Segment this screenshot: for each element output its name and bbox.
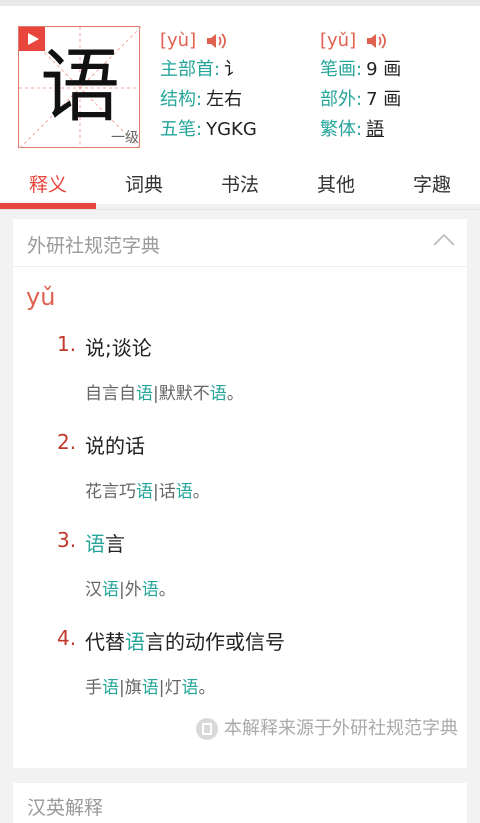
pinyin-text: [yù] <box>160 30 197 51</box>
highlighted-char: 语 <box>209 384 227 404</box>
traditional-label: 繁体: <box>320 119 363 140</box>
speaker-icon[interactable] <box>206 32 228 50</box>
card-divider <box>13 266 467 267</box>
text-part: 代替 <box>85 630 125 654</box>
definition-text: 说;谈论 <box>85 336 152 360</box>
radical-label: 主部首: <box>160 59 221 80</box>
outer-label: 部外: <box>320 89 363 110</box>
example-line: 汉语|外语。 <box>85 575 176 600</box>
example-line: 自言自语|默默不语。 <box>85 379 244 404</box>
card-pinyin: yǔ <box>26 283 56 311</box>
wubi-label: 五笔: <box>160 119 203 140</box>
example-line: 手语|旗语|灯语。 <box>85 673 215 698</box>
pinyin-yu4[interactable]: [yù] <box>160 30 228 51</box>
tab-other[interactable]: 其他 <box>288 166 384 204</box>
character-box: 语 一级 <box>18 26 141 149</box>
strokes-label: 笔画: <box>320 59 363 80</box>
outer-value: 7 画 <box>366 89 402 110</box>
wubi-value: YGKG <box>206 119 257 140</box>
structure-label: 结构: <box>160 89 203 110</box>
level-badge: 一级 <box>111 130 139 146</box>
definition-text: 代替语言的动作或信号 <box>85 626 285 655</box>
source-note: 本解释来源于外研社规范字典 <box>196 714 458 740</box>
card-title: 外研社规范字典 <box>27 235 161 257</box>
text-part: |默默不 <box>153 384 210 404</box>
highlighted-char: 语 <box>136 482 153 502</box>
definition-number: 1. <box>57 332 77 356</box>
traditional-row: 繁体: 語 <box>320 117 384 143</box>
tab-dictionary[interactable]: 词典 <box>96 166 192 204</box>
text-part: 花言巧 <box>85 482 136 502</box>
text-part: |灯 <box>158 678 182 698</box>
text-part: |外 <box>119 580 142 600</box>
chevron-up-icon[interactable] <box>433 233 455 247</box>
text-part: 。 <box>198 678 216 698</box>
definition-number: 3. <box>57 528 77 552</box>
radical-value: 讠 <box>224 59 243 80</box>
outer-strokes-row: 部外: 7 画 <box>320 87 401 113</box>
tab-fun[interactable]: 字趣 <box>384 166 480 204</box>
second-card[interactable]: 汉英解释 <box>13 783 467 823</box>
example-line: 花言巧语|话语。 <box>85 477 210 502</box>
pinyin-text: [yǔ] <box>320 30 357 51</box>
speaker-icon[interactable] <box>366 32 388 50</box>
definition-text: 语言 <box>85 528 125 557</box>
highlighted-char: 语 <box>85 532 105 556</box>
text-part: 。 <box>226 384 244 404</box>
radical-row: 主部首: 讠 <box>160 57 242 83</box>
text-part: 言 <box>105 532 125 556</box>
definition-number: 2. <box>57 430 77 454</box>
strokes-value: 9 画 <box>366 59 402 80</box>
traditional-link[interactable]: 語 <box>366 119 384 140</box>
active-tab-indicator <box>0 203 96 209</box>
highlighted-char: 语 <box>175 482 193 502</box>
pinyin-yu3[interactable]: [yǔ] <box>320 30 388 51</box>
tab-definition[interactable]: 释义 <box>0 166 96 204</box>
highlighted-char: 语 <box>141 678 159 698</box>
strokes-row: 笔画: 9 画 <box>320 57 401 83</box>
text-part: 自言自 <box>85 384 136 404</box>
highlighted-char: 语 <box>181 678 199 698</box>
highlighted-char: 语 <box>102 678 119 698</box>
highlighted-char: 语 <box>125 630 145 654</box>
text-part: 言的动作或信号 <box>145 630 285 654</box>
structure-row: 结构: 左右 <box>160 87 242 113</box>
definition-card: 外研社规范字典 yǔ 1. 说;谈论 自言自语|默默不语。 2. 说的话 花言巧… <box>13 219 467 768</box>
wubi-row: 五笔: YGKG <box>160 117 257 143</box>
text-part: |旗 <box>119 678 142 698</box>
tab-calligraphy[interactable]: 书法 <box>192 166 288 204</box>
text-part: 手 <box>85 678 102 698</box>
character-glyph: 语 <box>40 40 120 133</box>
book-icon <box>196 718 218 740</box>
text-part: 。 <box>158 580 176 600</box>
definition-text: 说的话 <box>85 434 145 458</box>
structure-value: 左右 <box>206 89 243 110</box>
header-panel: 语 一级 [yù] [yǔ] 主部首: 讠 笔画: 9 画 结构: 左右 部外: 7 画… <box>0 6 480 210</box>
text-part: 汉 <box>85 580 102 600</box>
definition-number: 4. <box>57 626 77 650</box>
highlighted-char: 语 <box>102 580 119 600</box>
highlighted-char: 语 <box>141 580 159 600</box>
source-text: 本解释来源于外研社规范字典 <box>224 718 458 739</box>
text-part: |话 <box>153 482 176 502</box>
highlighted-char: 语 <box>136 384 153 404</box>
text-part: 。 <box>192 482 210 502</box>
second-card-title: 汉英解释 <box>27 797 104 819</box>
